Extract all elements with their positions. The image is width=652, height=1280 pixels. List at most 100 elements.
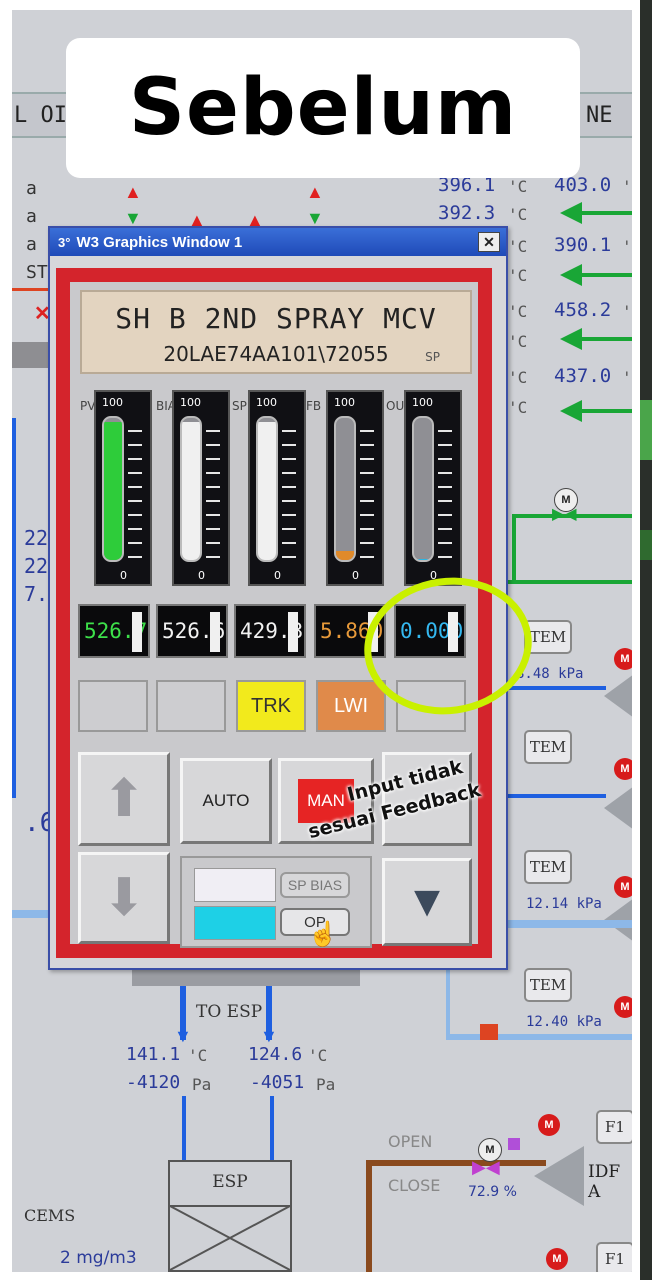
sp-bias-indicator: [194, 868, 276, 902]
temp-4a-unit: 'C: [508, 266, 528, 285]
left-label-1: a: [26, 178, 37, 199]
green-left-arrow-icon-4: [560, 400, 582, 422]
window-titlebar[interactable]: 3° W3 Graphics Window 1 ✕: [50, 228, 506, 256]
bar-pv-min: 0: [120, 569, 127, 582]
brown-pipe-horizontal: [366, 1160, 546, 1166]
bar-out-fill: [414, 558, 432, 560]
temp-6a-unit: 'C: [508, 332, 528, 351]
triangle-down-icon: ▼: [405, 877, 449, 926]
temp-8a-unit: 'C: [508, 398, 528, 417]
bar-label-fb: FB: [306, 399, 322, 413]
faceplate-sp-tag: SP: [425, 350, 440, 364]
fan-icon-1: [604, 674, 632, 718]
brown-pipe-vertical: [366, 1160, 372, 1272]
faceplate-tag: 20LAE74AA101\72055: [163, 342, 389, 366]
bar-pv: 100 0: [94, 390, 152, 586]
bar-sp-min: 0: [274, 569, 281, 582]
open-label: OPEN: [388, 1132, 433, 1151]
bar-out-max: 100: [412, 396, 433, 409]
red-up-arrow-icon-4: ▲: [306, 182, 324, 202]
bar-bias-max: 100: [180, 396, 201, 409]
esp-pipe-3: [182, 1096, 186, 1162]
bar-sp: 100 0: [248, 390, 306, 586]
red-motor-icon-3: M: [614, 876, 632, 898]
value-sp[interactable]: 429.3: [234, 604, 306, 658]
right-edge-strip: [640, 0, 652, 1280]
light-blue-pipe-2: [446, 1034, 632, 1040]
green-left-arrow-icon: [560, 202, 582, 224]
bar-label-bias: BIAS: [156, 399, 184, 413]
valve-percent: 72.9 %: [468, 1184, 517, 1200]
left-blue-line: [12, 418, 16, 798]
faceplate-header: SH B 2ND SPRAY MCV 20LAE74AA101\72055 SP: [80, 290, 472, 374]
green-line: [580, 211, 632, 215]
green-line-4: [580, 409, 632, 413]
kpa-value-1: 8.48 kPa: [516, 666, 584, 682]
bar-out: 100 0: [404, 390, 462, 586]
hand-cursor-icon: ☝: [308, 921, 338, 948]
kpa-value-3: 12.40 kPa: [526, 1014, 602, 1030]
flue-temp-1: 141.1: [126, 1044, 181, 1065]
raise-button[interactable]: ⬆: [78, 752, 170, 846]
down-triangle-button[interactable]: ▼: [382, 858, 472, 946]
lower-button[interactable]: ⬇: [78, 852, 170, 944]
esp-pipe-4: [270, 1096, 274, 1162]
window-title: W3 Graphics Window 1: [76, 233, 243, 251]
flue-temp-1-unit: 'C: [188, 1046, 208, 1065]
green-pipe-vertical: [512, 514, 516, 584]
tem-button-3[interactable]: TEM: [524, 850, 572, 884]
green-left-arrow-icon-2: [560, 264, 582, 286]
flue-temp-2: 124.6: [248, 1044, 303, 1065]
fan-icon-2: [604, 786, 632, 830]
f1-button-2[interactable]: F1: [596, 1242, 632, 1272]
valve-icon: ▶◀: [552, 506, 577, 523]
bar-fb: 100 0: [326, 390, 384, 586]
faceplate-title: SH B 2ND SPRAY MCV: [115, 302, 437, 335]
bar-label-pv: PV: [80, 399, 96, 413]
tab-ne-label: NE: [586, 102, 613, 128]
mode-select-group: SP BIAS OP ☝: [180, 856, 372, 948]
flue-press-2: -4051: [250, 1072, 305, 1093]
temp-2a: 392.3: [438, 202, 496, 224]
bar-sp-fill: [258, 422, 276, 560]
red-motor-icon-6: M: [546, 1248, 568, 1270]
left-label-2: a: [26, 206, 37, 227]
esp-box[interactable]: ESP: [168, 1160, 292, 1272]
flue-press-1: -4120: [126, 1072, 181, 1093]
tem-button-4[interactable]: TEM: [524, 968, 572, 1002]
flue-temp-2-unit: 'C: [308, 1046, 328, 1065]
green-line-3: [580, 337, 632, 341]
temp-5a-unit: 'C: [508, 302, 528, 321]
arrow-up-icon: ⬆: [102, 770, 146, 828]
value-pv[interactable]: 526.7: [78, 604, 150, 658]
tab-ne[interactable]: NE: [578, 92, 632, 138]
left-red-line: [12, 288, 52, 291]
cems-label: CEMS: [24, 1206, 76, 1225]
to-esp-label: TO ESP: [196, 1002, 263, 1022]
bar-fb-max: 100: [334, 396, 355, 409]
status-empty-1: [78, 680, 148, 732]
temp-5b: 458.2: [554, 299, 612, 321]
tem-button-2[interactable]: TEM: [524, 730, 572, 764]
purple-valve-icon[interactable]: ▶◀: [472, 1158, 508, 1176]
temp-7b-unit: ': [622, 368, 632, 387]
temp-2a-unit: 'C: [508, 205, 528, 224]
sp-bias-button[interactable]: SP BIAS: [280, 872, 350, 898]
close-icon[interactable]: ✕: [478, 232, 500, 252]
temp-1a-unit: 'C: [508, 177, 528, 196]
cems-value: 2 mg/m3: [60, 1248, 137, 1268]
red-up-arrow-icon: ▲: [124, 182, 142, 202]
temp-5b-unit: ': [622, 302, 632, 321]
value-bias[interactable]: 526.6: [156, 604, 228, 658]
auto-button[interactable]: AUTO: [180, 758, 272, 844]
temp-3a-unit: 'C: [508, 237, 528, 256]
bar-bias: 100 0: [172, 390, 230, 586]
f1-button-1[interactable]: F1: [596, 1110, 632, 1144]
green-left-arrow-icon-3: [560, 328, 582, 350]
bar-pv-max: 100: [102, 396, 123, 409]
op-indicator: [194, 906, 276, 940]
green-pipe-2: [500, 580, 632, 584]
temp-1b-unit: ': [622, 177, 632, 196]
left-gray-block: [12, 342, 48, 368]
overlay-label: Sebelum: [66, 38, 580, 178]
